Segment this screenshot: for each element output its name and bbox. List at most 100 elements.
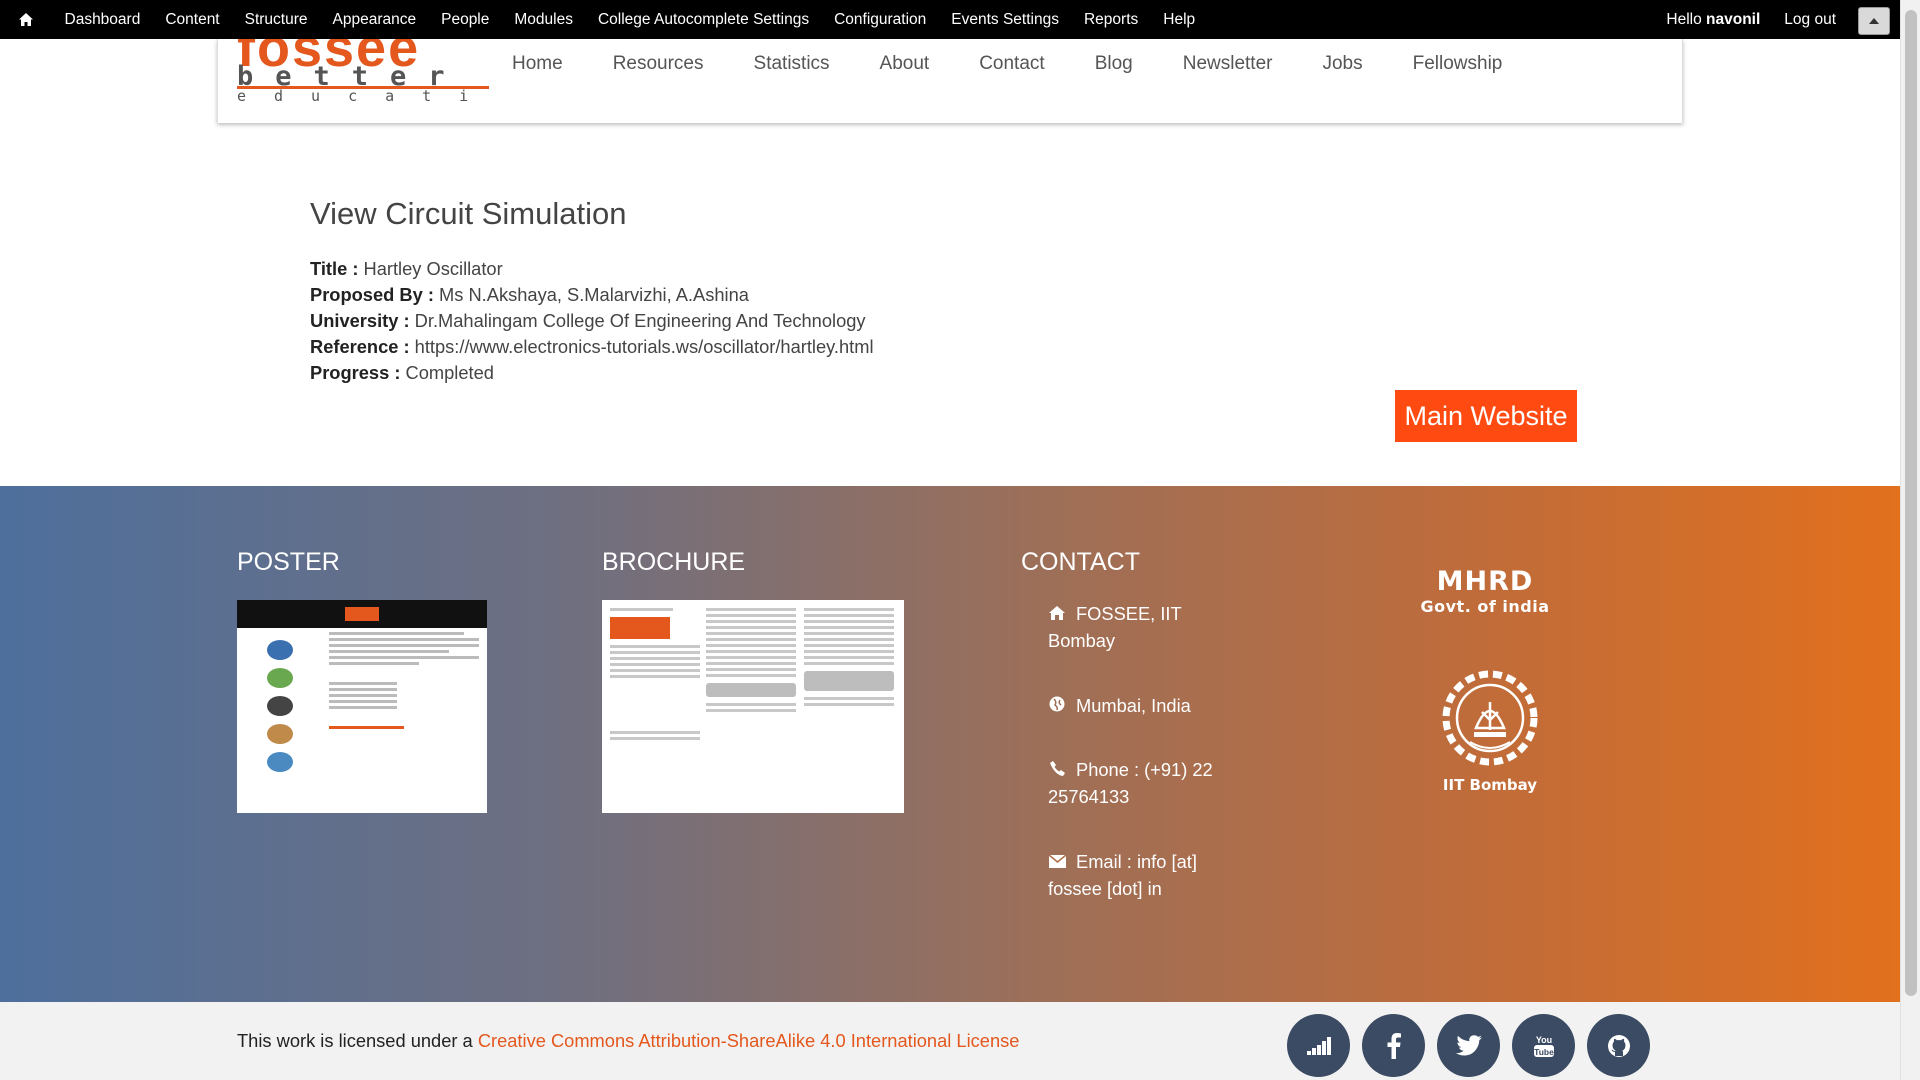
brochure-thumbnail[interactable] bbox=[602, 600, 904, 813]
iitb-logo[interactable]: IIT Bombay bbox=[1420, 664, 1560, 794]
contact-email: Email : info [at] fossee [dot] in bbox=[1048, 848, 1238, 902]
nav-fellowship[interactable]: Fellowship bbox=[1413, 47, 1503, 81]
laptop-icon bbox=[267, 696, 293, 716]
poster-thumbnail[interactable] bbox=[237, 600, 487, 813]
field-progress: Progress : Completed bbox=[310, 360, 874, 386]
facebook-icon[interactable] bbox=[1362, 1014, 1425, 1077]
field-label: University : bbox=[310, 310, 410, 331]
home-icon bbox=[1048, 600, 1066, 627]
svg-text:Tube: Tube bbox=[1534, 1047, 1554, 1057]
nav-newsletter[interactable]: Newsletter bbox=[1183, 47, 1273, 81]
toolbar-modules[interactable]: Modules bbox=[502, 0, 586, 39]
contact-phone: Phone : (+91) 22 25764133 bbox=[1048, 756, 1238, 810]
field-label: Title : bbox=[310, 258, 359, 279]
envelope-icon bbox=[1048, 848, 1066, 875]
toolbar-events-settings[interactable]: Events Settings bbox=[939, 0, 1072, 39]
field-title: Title : Hartley Oscillator bbox=[310, 256, 874, 282]
iitb-label: IIT Bombay bbox=[1442, 776, 1538, 794]
poster-header bbox=[237, 600, 487, 628]
brochure-heading: BROCHURE bbox=[602, 548, 746, 576]
project-icon bbox=[267, 752, 293, 772]
toolbar-reports[interactable]: Reports bbox=[1071, 0, 1150, 39]
license-text: This work is licensed under a Creative C… bbox=[237, 1027, 1019, 1054]
site-footer: POSTER BROCHURE CONTACT FOSSEE, IIT Bomb… bbox=[0, 486, 1900, 1002]
toolbar-college-autocomplete[interactable]: College Autocomplete Settings bbox=[585, 0, 821, 39]
nav-statistics[interactable]: Statistics bbox=[754, 47, 830, 81]
mhrd-title: MHRD bbox=[1436, 566, 1534, 597]
nav-home[interactable]: Home bbox=[512, 47, 563, 81]
field-value: https://www.electronics-tutorials.ws/osc… bbox=[414, 336, 874, 357]
field-value: Ms N.Akshaya, S.Malarvizhi, A.Ashina bbox=[439, 284, 749, 305]
toolbar-people[interactable]: People bbox=[429, 0, 502, 39]
field-label: Progress : bbox=[310, 362, 401, 383]
contact-city: Mumbai, India bbox=[1048, 692, 1238, 719]
license-prefix: This work is licensed under a bbox=[237, 1030, 478, 1051]
contact-phone-text: Phone : (+91) 22 25764133 bbox=[1048, 759, 1213, 807]
hello-user: Hello navonil bbox=[1654, 11, 1772, 29]
admin-toolbar: Dashboard Content Structure Appearance P… bbox=[0, 0, 1900, 39]
poster-text bbox=[329, 632, 479, 732]
youtube-icon[interactable]: You Tube bbox=[1512, 1014, 1575, 1077]
contact-email-text: Email : info [at] fossee [dot] in bbox=[1048, 851, 1197, 899]
license-link[interactable]: Creative Commons Attribution-ShareAlike … bbox=[478, 1030, 1020, 1051]
brochure-column bbox=[610, 608, 700, 743]
fossee-logo[interactable]: fossee better education bbox=[237, 39, 489, 109]
bottom-bar: This work is licensed under a Creative C… bbox=[0, 1002, 1900, 1080]
field-university: University : Dr.Mahalingam College Of En… bbox=[310, 308, 874, 334]
globe-icon bbox=[1048, 692, 1066, 719]
iitb-emblem-icon bbox=[1442, 670, 1538, 766]
page-title: View Circuit Simulation bbox=[310, 196, 627, 231]
field-proposed-by: Proposed By : Ms N.Akshaya, S.Malarvizhi… bbox=[310, 282, 874, 308]
poster-logo bbox=[345, 607, 379, 621]
toolbar-appearance[interactable]: Appearance bbox=[320, 0, 429, 39]
social-links: You Tube bbox=[1287, 1014, 1662, 1077]
toolbar-content[interactable]: Content bbox=[153, 0, 232, 39]
scrollbar-thumb[interactable] bbox=[1905, 10, 1917, 996]
nav-contact[interactable]: Contact bbox=[979, 47, 1044, 81]
field-value: Hartley Oscillator bbox=[363, 258, 503, 279]
contact-heading: CONTACT bbox=[1021, 548, 1140, 576]
triangle-up-icon[interactable] bbox=[1858, 7, 1890, 35]
page-scrollbar[interactable] bbox=[1900, 0, 1920, 1080]
poster-heading: POSTER bbox=[237, 548, 340, 576]
site-header: fossee better education Home Resources S… bbox=[217, 39, 1683, 123]
field-value: Dr.Mahalingam College Of Engineering And… bbox=[414, 310, 866, 331]
nav-about[interactable]: About bbox=[880, 47, 930, 81]
brochure-logo bbox=[610, 617, 670, 639]
project-icon bbox=[267, 724, 293, 744]
svg-text:You: You bbox=[1535, 1035, 1551, 1045]
nav-jobs[interactable]: Jobs bbox=[1322, 47, 1362, 81]
twitter-icon[interactable] bbox=[1437, 1014, 1500, 1077]
toolbar-configuration[interactable]: Configuration bbox=[822, 0, 939, 39]
field-value: Completed bbox=[405, 362, 494, 383]
poster-icon-column bbox=[249, 634, 309, 780]
contact-address-text: FOSSEE, IIT Bombay bbox=[1048, 603, 1182, 651]
project-icon bbox=[267, 668, 293, 688]
contact-city-text: Mumbai, India bbox=[1076, 695, 1191, 716]
toolbar-structure[interactable]: Structure bbox=[232, 0, 320, 39]
field-label: Reference : bbox=[310, 336, 410, 357]
python-icon bbox=[267, 640, 293, 660]
main-website-button[interactable]: Main Website bbox=[1395, 390, 1577, 442]
mhrd-logo[interactable]: MHRD Govt. of india bbox=[1400, 566, 1570, 616]
toolbar-dashboard[interactable]: Dashboard bbox=[52, 0, 153, 39]
username[interactable]: navonil bbox=[1706, 11, 1760, 28]
github-icon[interactable] bbox=[1587, 1014, 1650, 1077]
mhrd-subtitle: Govt. of india bbox=[1420, 597, 1550, 616]
phone-icon bbox=[1048, 756, 1066, 783]
hello-prefix: Hello bbox=[1666, 10, 1707, 28]
main-nav: Home Resources Statistics About Contact … bbox=[512, 47, 1552, 81]
logo-line3: education bbox=[237, 87, 489, 105]
nav-blog[interactable]: Blog bbox=[1095, 47, 1133, 81]
brochure-column bbox=[804, 608, 894, 709]
nav-resources[interactable]: Resources bbox=[613, 47, 704, 81]
contact-address: FOSSEE, IIT Bombay bbox=[1048, 600, 1238, 654]
brochure-column bbox=[706, 608, 796, 715]
main-content: View Circuit Simulation Title : Hartley … bbox=[310, 196, 874, 386]
stats-icon[interactable] bbox=[1287, 1014, 1350, 1077]
field-reference: Reference : https://www.electronics-tuto… bbox=[310, 334, 874, 360]
toolbar-user-area: Hello navonil Log out bbox=[1654, 0, 1900, 39]
toolbar-help[interactable]: Help bbox=[1151, 0, 1208, 39]
logout-link[interactable]: Log out bbox=[1772, 11, 1848, 29]
home-icon[interactable] bbox=[0, 0, 52, 39]
